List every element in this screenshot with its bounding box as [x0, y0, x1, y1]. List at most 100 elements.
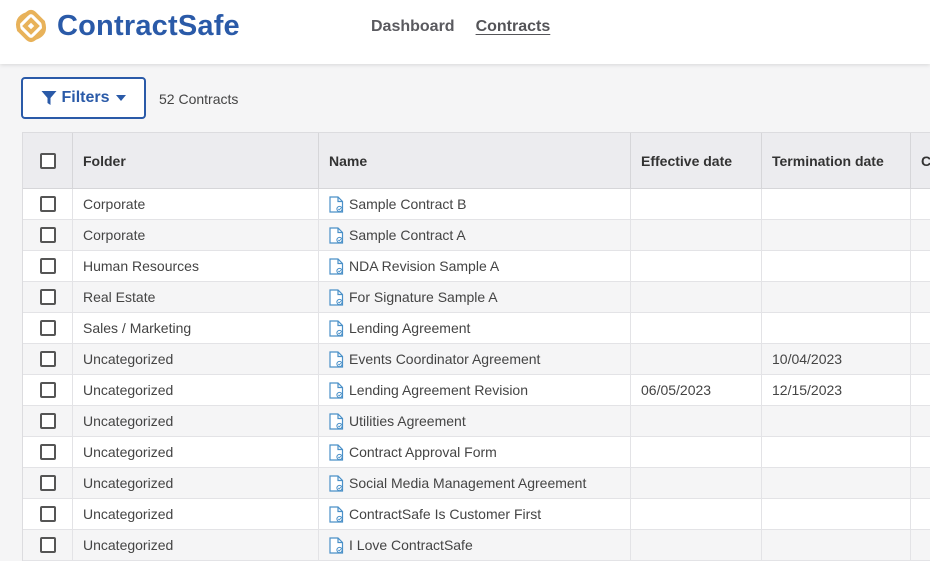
contract-name-link[interactable]: Utilities Agreement — [349, 413, 466, 429]
row-select-cell — [23, 344, 73, 374]
row-checkbox[interactable] — [39, 258, 56, 274]
nav-contracts[interactable]: Contracts — [476, 18, 551, 36]
contract-name-link[interactable]: Lending Agreement Revision — [349, 382, 528, 398]
name-cell[interactable]: Lending Agreement — [319, 313, 631, 343]
row-select-cell — [23, 530, 73, 560]
document-icon — [329, 474, 344, 492]
effective-date-cell — [631, 468, 762, 498]
folder-cell: Corporate — [73, 189, 319, 219]
effective-date-cell — [631, 282, 762, 312]
contract-name-link[interactable]: Contract Approval Form — [349, 444, 497, 460]
name-cell[interactable]: Sample Contract B — [319, 189, 631, 219]
filters-label: Filters — [61, 89, 110, 106]
effective-date-cell — [631, 344, 762, 374]
table-row[interactable]: Sales / Marketing Lending Agreement — [23, 313, 930, 344]
effective-date-cell — [631, 530, 762, 560]
name-cell[interactable]: Social Media Management Agreement — [319, 468, 631, 498]
document-icon — [329, 226, 344, 244]
row-select-cell — [23, 282, 73, 312]
row-checkbox[interactable] — [39, 289, 56, 305]
row-checkbox[interactable] — [39, 537, 56, 553]
table-row[interactable]: Corporate Sample Contract A — [23, 220, 930, 251]
row-select-cell — [23, 468, 73, 498]
row-checkbox[interactable] — [39, 506, 56, 522]
nav-dashboard[interactable]: Dashboard — [371, 18, 455, 36]
truncated-cell — [911, 189, 930, 219]
name-cell[interactable]: I Love ContractSafe — [319, 530, 631, 560]
termination-date-cell — [762, 530, 911, 560]
column-header-termination-date[interactable]: Termination date — [762, 133, 911, 188]
contracts-table: Folder Name Effective date Termination d… — [22, 132, 930, 561]
contract-name-link[interactable]: NDA Revision Sample A — [349, 258, 499, 274]
document-icon — [329, 288, 344, 306]
table-body: Corporate Sample Contract B Corporate Sa… — [23, 189, 930, 561]
top-bar: ContractSafe Dashboard Contracts — [0, 0, 930, 64]
name-cell[interactable]: Contract Approval Form — [319, 437, 631, 467]
termination-date-cell — [762, 282, 911, 312]
contract-name-link[interactable]: ContractSafe Is Customer First — [349, 506, 541, 522]
row-checkbox[interactable] — [39, 196, 56, 212]
caret-down-icon — [115, 95, 126, 101]
termination-date-cell: 10/04/2023 — [762, 344, 911, 374]
termination-date-cell — [762, 220, 911, 250]
contract-name-link[interactable]: Events Coordinator Agreement — [349, 351, 540, 367]
folder-cell: Uncategorized — [73, 375, 319, 405]
contract-name-link[interactable]: Sample Contract B — [349, 196, 467, 212]
truncated-cell — [911, 499, 930, 529]
filters-button[interactable]: Filters — [21, 77, 146, 119]
termination-date-cell — [762, 406, 911, 436]
brand-name: ContractSafe — [57, 9, 240, 42]
truncated-cell — [911, 251, 930, 281]
document-icon — [329, 350, 344, 368]
table-row[interactable]: Corporate Sample Contract B — [23, 189, 930, 220]
column-header-name[interactable]: Name — [319, 133, 631, 188]
termination-date-cell — [762, 313, 911, 343]
name-cell[interactable]: Utilities Agreement — [319, 406, 631, 436]
row-checkbox[interactable] — [39, 320, 56, 336]
table-row[interactable]: Uncategorized Events Coordinator Agreeme… — [23, 344, 930, 375]
name-cell[interactable]: Lending Agreement Revision — [319, 375, 631, 405]
row-checkbox[interactable] — [39, 382, 56, 398]
table-row[interactable]: Uncategorized Social Media Management Ag… — [23, 468, 930, 499]
name-cell[interactable]: Sample Contract A — [319, 220, 631, 250]
column-header-truncated[interactable]: C — [911, 133, 930, 188]
folder-cell: Real Estate — [73, 282, 319, 312]
truncated-cell — [911, 437, 930, 467]
table-row[interactable]: Real Estate For Signature Sample A — [23, 282, 930, 313]
truncated-cell — [911, 530, 930, 560]
row-checkbox[interactable] — [39, 227, 56, 243]
document-icon — [329, 319, 344, 337]
contract-name-link[interactable]: For Signature Sample A — [349, 289, 498, 305]
row-checkbox[interactable] — [39, 444, 56, 460]
name-cell[interactable]: ContractSafe Is Customer First — [319, 499, 631, 529]
truncated-cell — [911, 406, 930, 436]
termination-date-cell — [762, 468, 911, 498]
effective-date-cell — [631, 189, 762, 219]
name-cell[interactable]: Events Coordinator Agreement — [319, 344, 631, 374]
name-cell[interactable]: For Signature Sample A — [319, 282, 631, 312]
contract-name-link[interactable]: Sample Contract A — [349, 227, 466, 243]
contract-name-link[interactable]: I Love ContractSafe — [349, 537, 473, 553]
column-header-folder[interactable]: Folder — [73, 133, 319, 188]
table-row[interactable]: Uncategorized I Love ContractSafe — [23, 530, 930, 561]
effective-date-cell — [631, 313, 762, 343]
table-row[interactable]: Uncategorized ContractSafe Is Customer F… — [23, 499, 930, 530]
select-all-cell — [23, 133, 73, 188]
row-checkbox[interactable] — [39, 413, 56, 429]
select-all-checkbox[interactable] — [39, 152, 56, 169]
table-row[interactable]: Uncategorized Contract Approval Form — [23, 437, 930, 468]
truncated-cell — [911, 282, 930, 312]
row-checkbox[interactable] — [39, 351, 56, 367]
effective-date-cell — [631, 406, 762, 436]
name-cell[interactable]: NDA Revision Sample A — [319, 251, 631, 281]
table-row[interactable]: Human Resources NDA Revision Sample A — [23, 251, 930, 282]
table-row[interactable]: Uncategorized Utilities Agreement — [23, 406, 930, 437]
contract-name-link[interactable]: Social Media Management Agreement — [349, 475, 586, 491]
brand-logo[interactable]: ContractSafe — [13, 8, 240, 44]
column-header-effective-date[interactable]: Effective date — [631, 133, 762, 188]
table-row[interactable]: Uncategorized Lending Agreement Revision… — [23, 375, 930, 406]
folder-cell: Uncategorized — [73, 530, 319, 560]
contract-name-link[interactable]: Lending Agreement — [349, 320, 470, 336]
row-checkbox[interactable] — [39, 475, 56, 491]
filter-icon — [41, 91, 57, 105]
